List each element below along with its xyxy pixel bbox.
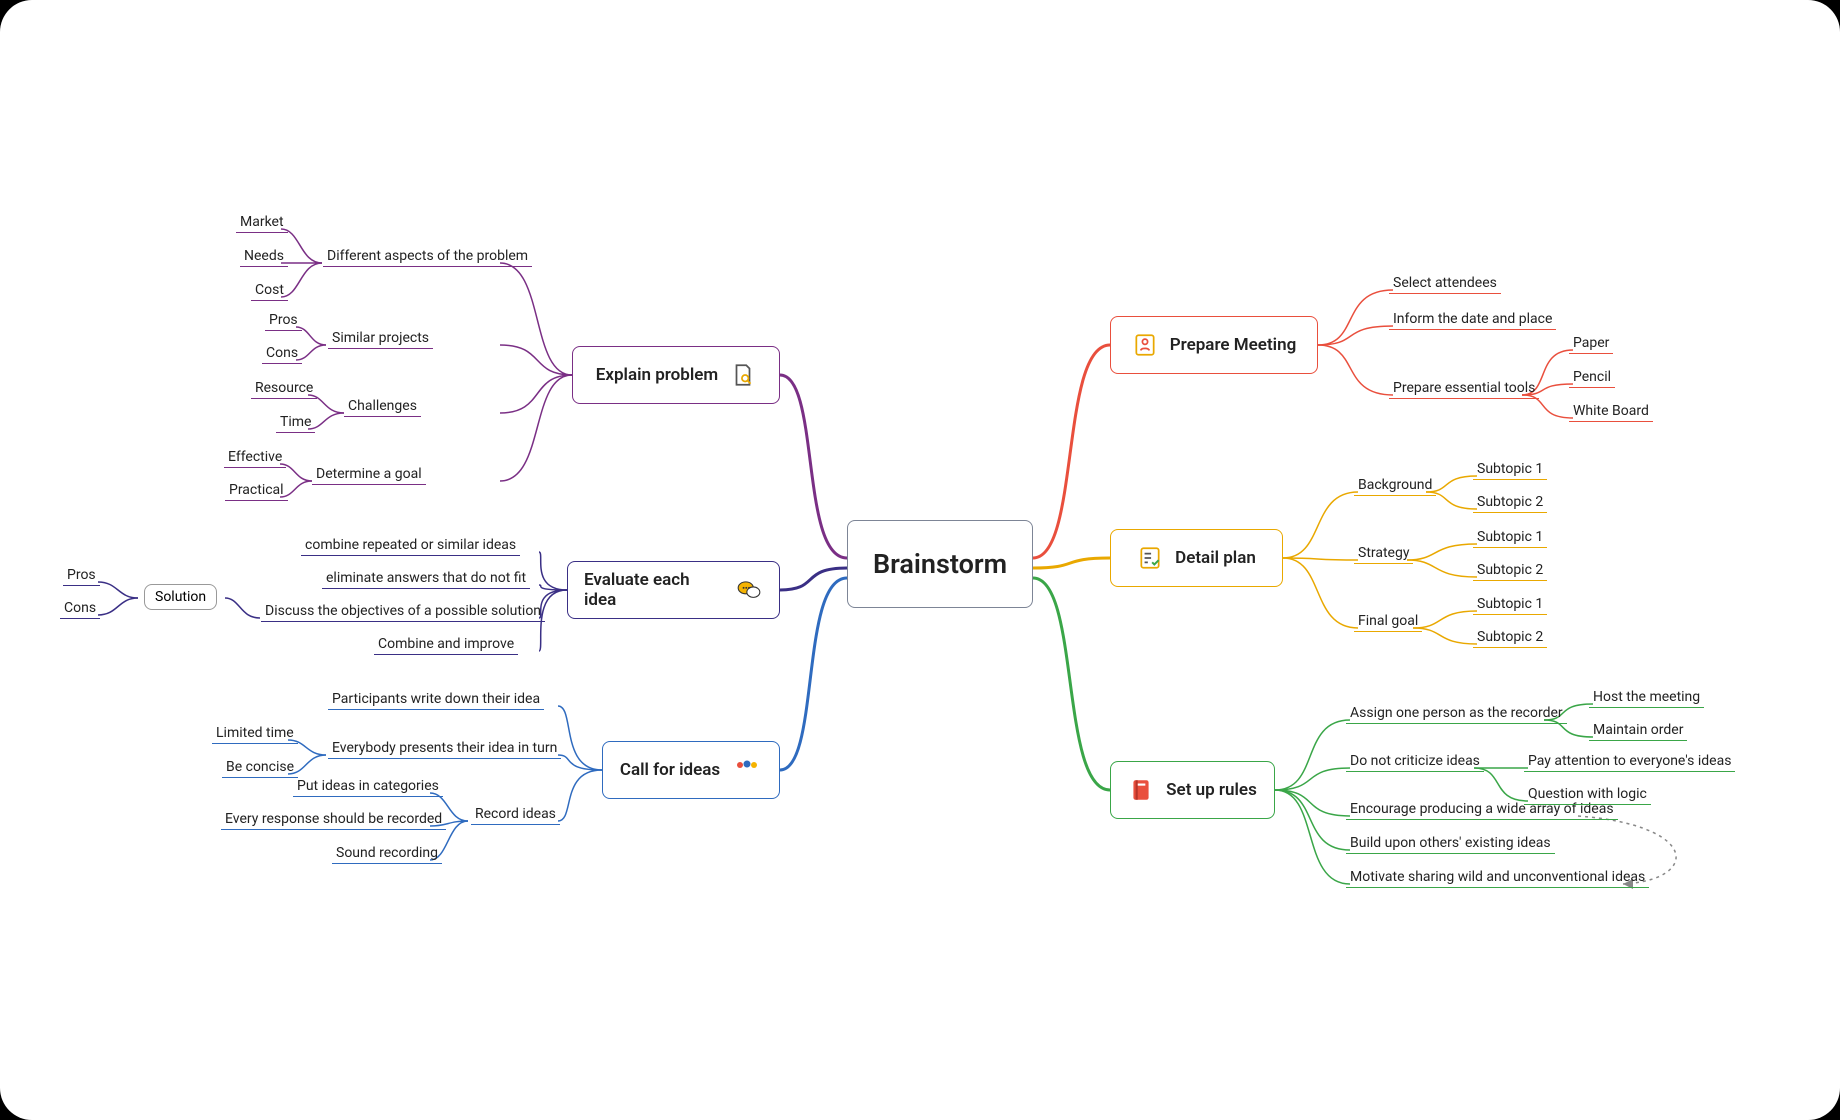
leaf[interactable]: Different aspects of the problem [327,248,528,264]
leaf[interactable]: Strategy [1358,545,1409,561]
leaf[interactable]: Effective [228,449,282,465]
leaf[interactable]: Subtopic 1 [1477,596,1543,612]
solution-box[interactable]: Solution [144,584,217,610]
checklist-icon [1137,545,1163,571]
leaf[interactable]: Do not criticize ideas [1350,753,1480,769]
center-node[interactable]: Brainstorm [847,520,1033,608]
leaf[interactable]: Prepare essential tools [1393,380,1535,396]
leaf[interactable]: Record ideas [475,806,556,822]
leaf[interactable]: White Board [1573,403,1649,419]
leaf[interactable]: Question with logic [1528,786,1647,802]
leaf[interactable]: Cons [266,345,298,361]
leaf[interactable]: Be concise [226,759,294,775]
leaf[interactable]: eliminate answers that do not fit [326,570,526,586]
people-icon [732,757,762,783]
leaf[interactable]: Paper [1573,335,1609,351]
leaf[interactable]: Put ideas in categories [297,778,439,794]
branch-prepare-meeting[interactable]: Prepare Meeting [1110,316,1318,374]
leaf[interactable]: Subtopic 1 [1477,529,1543,545]
leaf[interactable]: Host the meeting [1593,689,1700,705]
branch-label: Prepare Meeting [1170,335,1297,355]
center-label: Brainstorm [873,548,1007,580]
leaf[interactable]: Needs [244,248,284,264]
leaf[interactable]: Subtopic 2 [1477,562,1543,578]
leaf[interactable]: Subtopic 2 [1477,494,1543,510]
branch-evaluate-each-idea[interactable]: Evaluate each idea [567,561,780,619]
leaf[interactable]: Limited time [216,725,294,741]
leaf[interactable]: combine repeated or similar ideas [305,537,516,553]
leaf[interactable]: Practical [229,482,284,498]
branch-label: Call for ideas [620,760,720,780]
branch-label: Detail plan [1175,548,1256,568]
branch-explain-problem[interactable]: Explain problem [572,346,780,404]
leaf[interactable]: Everybody presents their idea in turn [332,740,557,756]
leaf[interactable]: Motivate sharing wild and unconventional… [1350,869,1645,885]
leaf[interactable]: Assign one person as the recorder [1350,705,1563,721]
leaf[interactable]: Discuss the objectives of a possible sol… [265,603,541,619]
leaf[interactable]: Inform the date and place [1393,311,1552,327]
rulebook-icon [1128,777,1154,803]
leaf[interactable]: Challenges [348,398,417,414]
person-card-icon [1132,332,1158,358]
branch-label: Evaluate each idea [584,570,723,610]
branch-set-up-rules[interactable]: Set up rules [1110,761,1275,819]
branch-call-for-ideas[interactable]: Call for ideas [602,741,780,799]
leaf[interactable]: Participants write down their idea [332,691,540,707]
leaf[interactable]: Select attendees [1393,275,1497,291]
leaf[interactable]: Every response should be recorded [225,811,442,827]
leaf[interactable]: Time [280,414,311,430]
leaf[interactable]: Cons [64,600,96,616]
leaf[interactable]: Determine a goal [316,466,422,482]
mindmap-canvas[interactable]: Brainstorm Prepare Meeting Detail plan S… [0,0,1840,1120]
leaf[interactable]: Final goal [1358,613,1418,629]
branch-detail-plan[interactable]: Detail plan [1110,529,1283,587]
leaf[interactable]: Resource [255,380,313,396]
leaf[interactable]: Pencil [1573,369,1611,385]
diagram-frame: Brainstorm Prepare Meeting Detail plan S… [0,0,1840,1120]
leaf[interactable]: Pros [269,312,298,328]
leaf[interactable]: Background [1358,477,1432,493]
branch-label: Explain problem [596,365,718,385]
leaf[interactable]: Sound recording [336,845,438,861]
leaf[interactable]: Similar projects [332,330,429,346]
leaf[interactable]: Pros [67,567,96,583]
leaf[interactable]: Combine and improve [378,636,514,652]
leaf[interactable]: Build upon others' existing ideas [1350,835,1551,851]
document-search-icon [730,362,756,388]
branch-label: Set up rules [1166,780,1257,800]
leaf[interactable]: Market [240,214,284,230]
chat-icon [735,577,763,603]
leaf[interactable]: Subtopic 1 [1477,461,1543,477]
leaf[interactable]: Pay attention to everyone's ideas [1528,753,1731,769]
leaf[interactable]: Subtopic 2 [1477,629,1543,645]
leaf[interactable]: Cost [255,282,284,298]
leaf[interactable]: Maintain order [1593,722,1683,738]
